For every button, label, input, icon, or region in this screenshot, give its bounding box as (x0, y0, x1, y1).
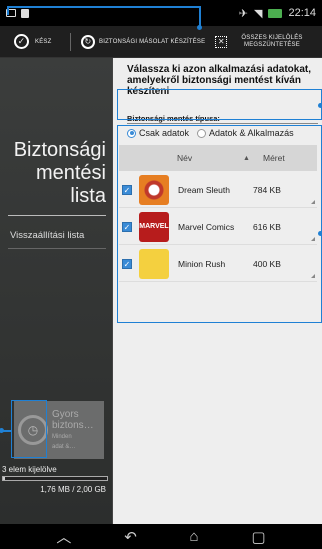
status-right: ✈ ◥ 22:14 (239, 7, 316, 20)
schedule-backup-button[interactable]: ◷ Gyors biztons… Minden adat &… (14, 401, 104, 459)
deselect-label-line1: ÖSSZES KIJELÖLÉS (241, 34, 303, 41)
app-table-header: Név ▲ Méret (119, 145, 317, 171)
column-name[interactable]: Név (177, 153, 243, 163)
minion-rush-icon (139, 248, 169, 279)
radio-unselected-icon (197, 128, 207, 138)
restore-divider (8, 248, 106, 249)
schedule-sub-line1: Minden (52, 434, 72, 440)
navigation-bar: ︿ ↶ ⌂ ▢ (0, 524, 322, 549)
row-corner-icon (311, 237, 315, 241)
radio-selected-icon (127, 128, 136, 138)
app-row[interactable]: ✓ MARVEL Marvel Comics 616 KB (119, 209, 317, 245)
deselect-all-button[interactable]: ÖSSZES KIJELÖLÉS MEGSZÜNTETÉSE (236, 26, 322, 57)
status-time: 22:14 (288, 7, 316, 19)
check-icon: ✓ (14, 34, 29, 49)
wifi-icon: ◥ (254, 7, 263, 20)
annotation-dot (197, 25, 202, 30)
storage-fill (3, 477, 6, 480)
recent-apps-icon[interactable]: ▢ (251, 528, 265, 546)
deselect-label-line2: MEGSZÜNTETÉSE (244, 41, 300, 48)
title-line-3: lista (70, 185, 106, 207)
checkbox-checked-icon[interactable]: ✓ (122, 184, 132, 195)
sort-ascending-icon[interactable]: ▲ (243, 155, 255, 162)
status-left (6, 8, 29, 18)
back-icon[interactable]: ↶ (124, 528, 137, 546)
status-bar: ✈ ◥ 22:14 (0, 0, 322, 26)
radio-data-only-label: Csak adatok (139, 128, 190, 138)
app-size: 616 KB (253, 221, 281, 232)
left-pane: Biztonsági mentési lista Visszaállítási … (0, 58, 113, 524)
schedule-sub-line2: adat &… (52, 444, 76, 450)
title-line-1: Biztonsági (13, 139, 106, 161)
app-name: Minion Rush (178, 258, 226, 269)
instruction-heading: Válassza ki azon alkalmazási adatokat, a… (127, 64, 311, 97)
selected-count: 3 elem kijelölve (2, 465, 57, 474)
annotation-line (7, 6, 200, 8)
backup-type-radios: Csak adatok Adatok & Alkalmazás (127, 128, 294, 138)
schedule-title-line1: Gyors (52, 409, 79, 420)
storage-bar (2, 476, 108, 481)
backup-label: BIZTONSÁGI MÁSOLAT KÉSZÍTÉSE (99, 38, 206, 45)
done-button[interactable]: ✓ KÉSZ (0, 26, 70, 57)
column-size[interactable]: Méret (263, 153, 285, 163)
app-size: 784 KB (253, 184, 281, 195)
right-pane: Válassza ki azon alkalmazási adatokat, a… (113, 58, 322, 524)
backup-button[interactable]: ↻ BIZTONSÁGI MÁSOLAT KÉSZÍTÉSE ✕ (71, 26, 231, 57)
app-name: Dream Sleuth (178, 184, 230, 195)
storage-text: 1,76 MB / 2,00 GB (40, 485, 106, 494)
row-corner-icon (311, 200, 315, 204)
radio-data-and-apps[interactable]: Adatok & Alkalmazás (197, 128, 294, 138)
backup-list-title[interactable]: Biztonsági mentési lista (0, 139, 106, 208)
radio-data-only[interactable]: Csak adatok (127, 128, 189, 138)
checkbox-checked-icon[interactable]: ✓ (122, 221, 132, 232)
action-bar: ✓ KÉSZ ↻ BIZTONSÁGI MÁSOLAT KÉSZÍTÉSE ✕ … (0, 26, 322, 58)
dream-sleuth-icon (139, 174, 169, 205)
app-row[interactable]: ✓ Dream Sleuth 784 KB (119, 172, 317, 208)
schedule-text: Gyors biztons… Minden adat &… (52, 409, 94, 451)
title-divider (8, 215, 106, 216)
sd-card-icon (21, 8, 29, 18)
annotation-dot (318, 231, 322, 236)
no-sim-icon: ✈ (238, 7, 248, 20)
restore-list-item[interactable]: Visszaállítási lista (10, 230, 84, 241)
app-name: Marvel Comics (178, 221, 235, 232)
schedule-clock-icon: ◷ (18, 415, 48, 445)
row-corner-icon (311, 274, 315, 278)
schedule-title-line2: biztons… (52, 420, 94, 431)
app-row[interactable]: ✓ Minion Rush 400 KB (119, 246, 317, 282)
radio-data-and-apps-label: Adatok & Alkalmazás (209, 128, 294, 138)
title-line-2: mentési (35, 162, 106, 184)
battery-icon (268, 8, 283, 18)
home-icon[interactable]: ⌂ (190, 528, 199, 545)
checkbox-checked-icon[interactable]: ✓ (122, 258, 132, 269)
backup-type-label: Biztonsági mentés típusa: (127, 114, 220, 123)
recent-apps-up-icon[interactable]: ︿ (56, 526, 71, 547)
backup-sync-icon: ↻ (81, 34, 95, 49)
deselect-icon: ✕ (215, 35, 228, 48)
marvel-comics-icon: MARVEL (139, 211, 169, 242)
annotation-dot (318, 103, 322, 108)
app-size: 400 KB (253, 258, 281, 269)
backup-type-divider (127, 123, 318, 124)
done-label: KÉSZ (35, 38, 52, 45)
